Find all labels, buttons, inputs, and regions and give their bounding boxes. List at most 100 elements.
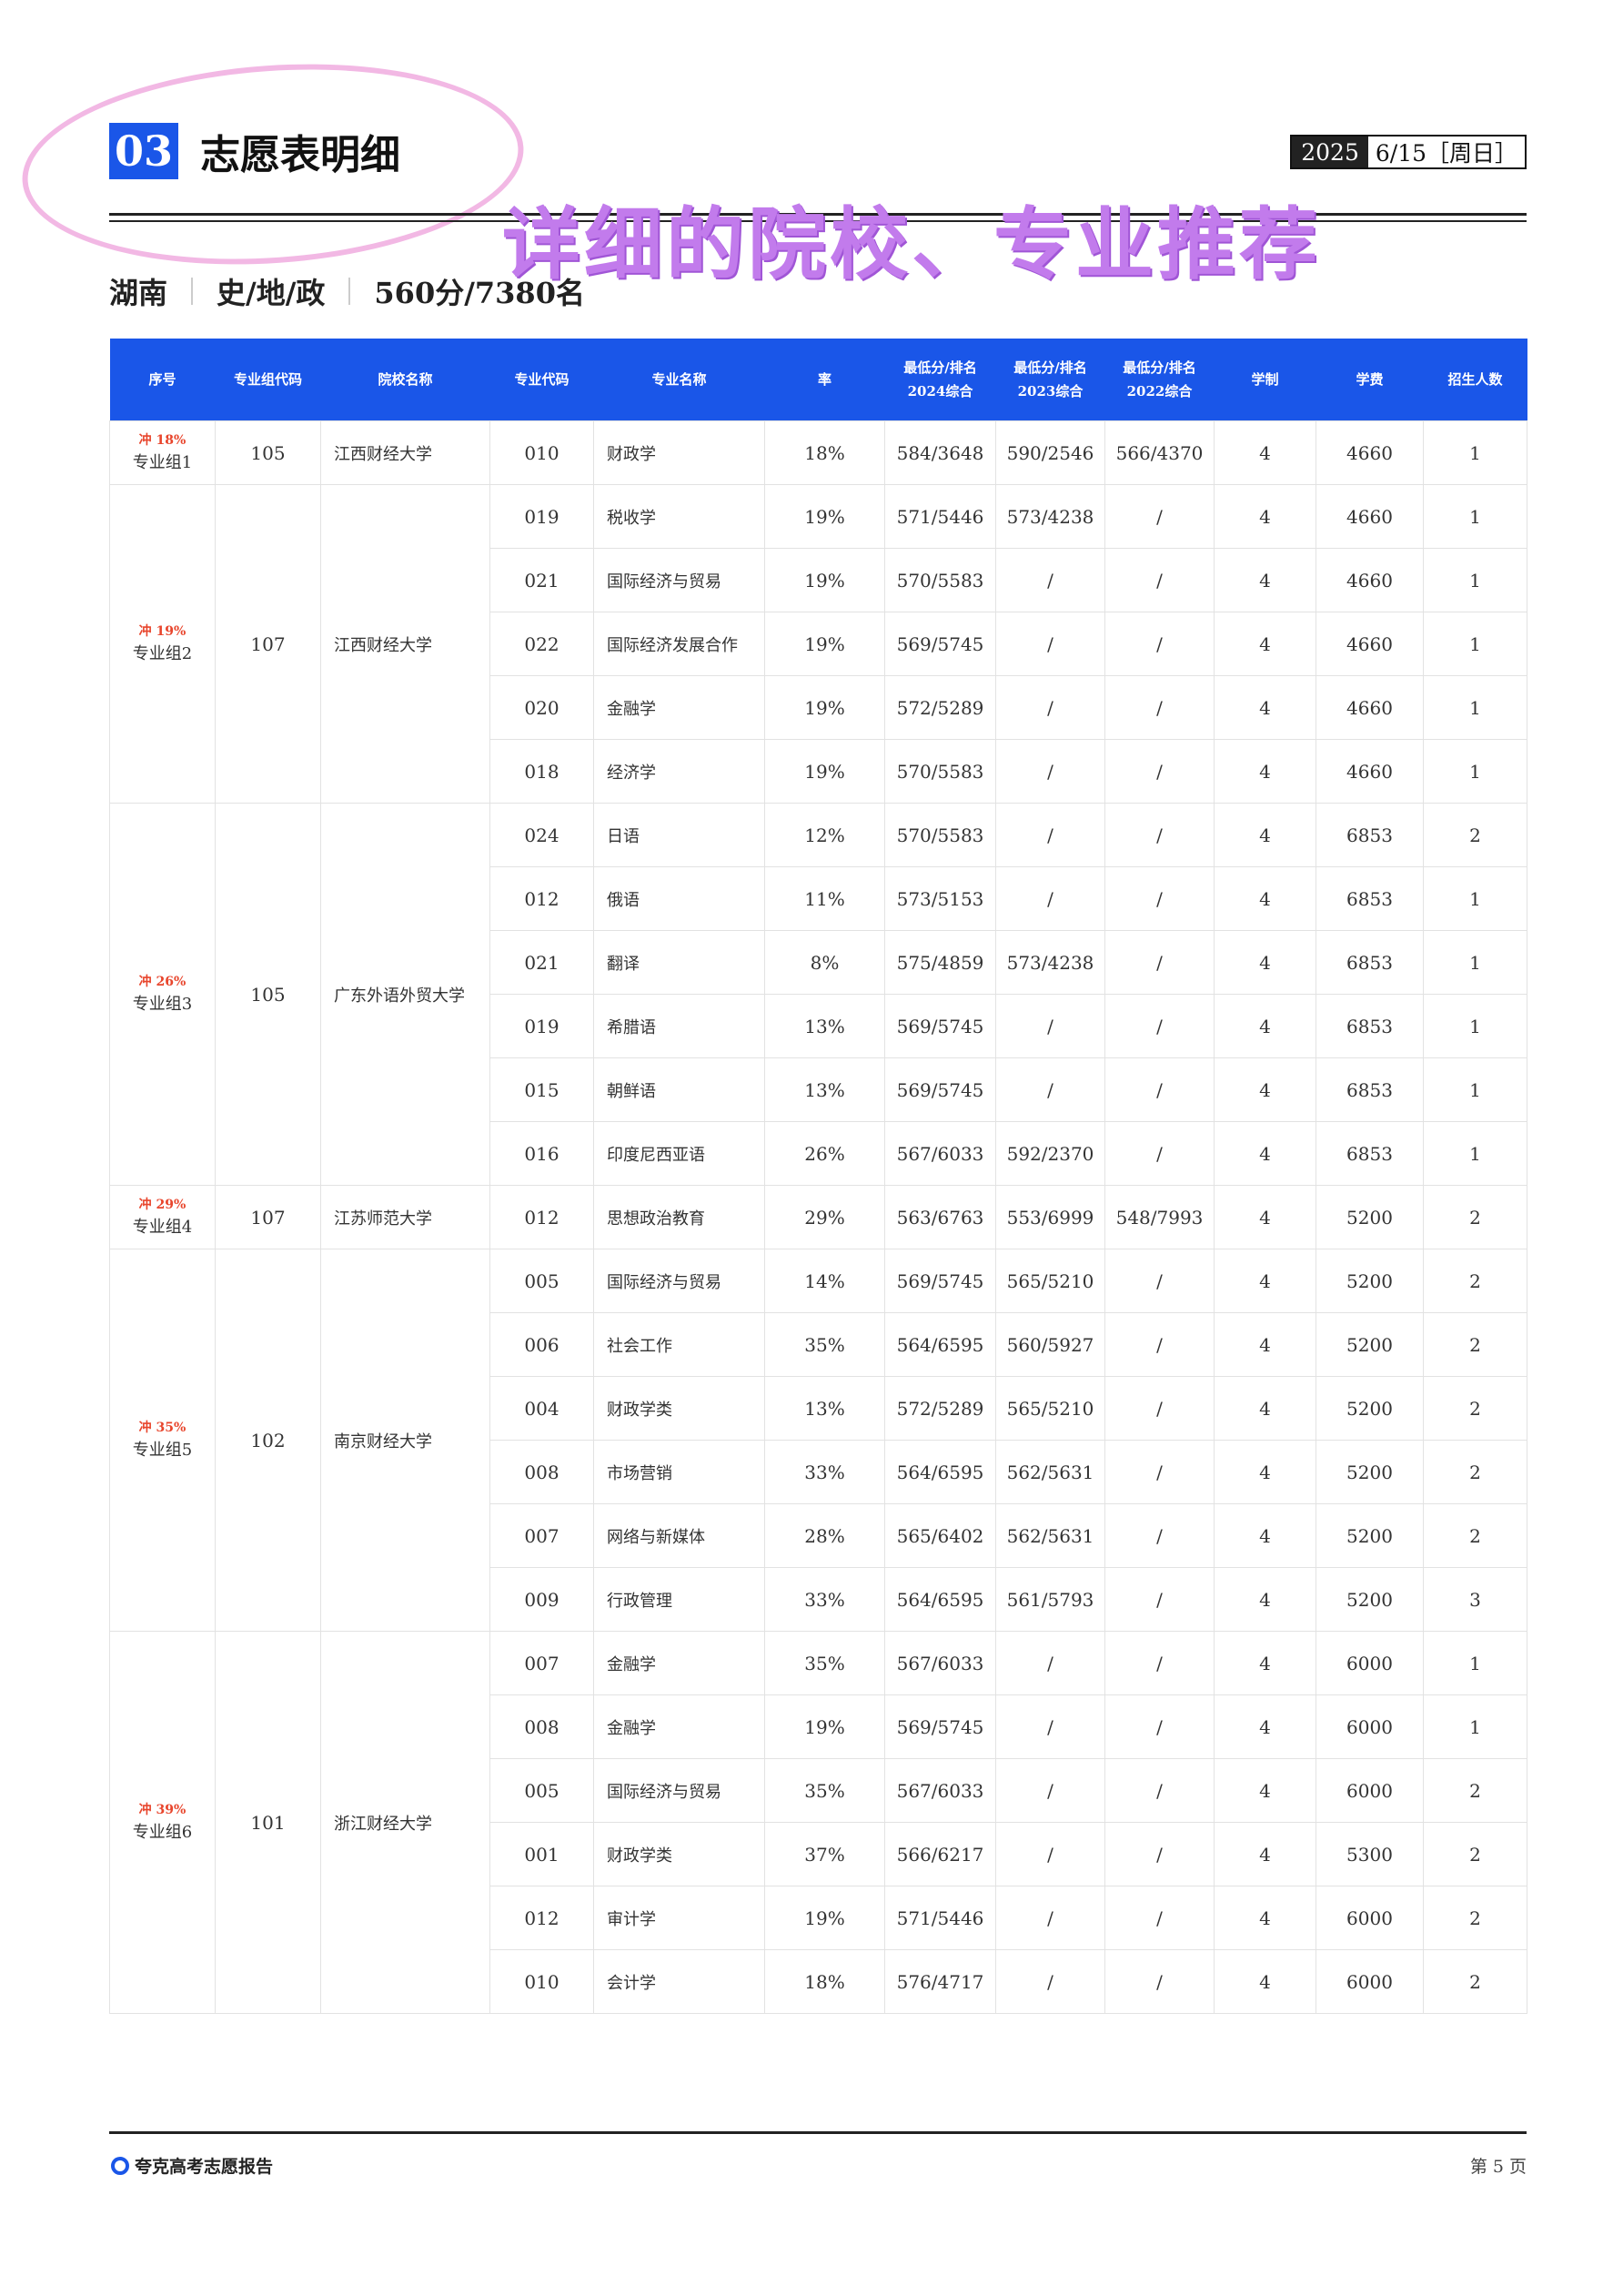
table-cell: 573/4238 bbox=[995, 930, 1105, 995]
table-cell: 4 bbox=[1214, 1121, 1316, 1186]
table-cell: 国际经济与贸易 bbox=[593, 548, 765, 612]
table-cell: 6853 bbox=[1316, 866, 1424, 931]
group-code-cell: 105 bbox=[215, 420, 321, 485]
table-cell: 2 bbox=[1423, 1249, 1527, 1313]
table-cell: 567/6033 bbox=[884, 1121, 996, 1186]
table-cell: 国际经济与贸易 bbox=[593, 1249, 765, 1313]
table-cell: / bbox=[1104, 1694, 1215, 1759]
table-cell: / bbox=[995, 1949, 1105, 2014]
table-cell: 19% bbox=[764, 1886, 885, 1950]
date-badge: 2025 6/15［周日］ bbox=[1290, 135, 1527, 169]
column-header: 序号 bbox=[109, 339, 216, 421]
table-cell: 4 bbox=[1214, 1057, 1316, 1122]
table-cell: 12% bbox=[764, 803, 885, 867]
table-cell: / bbox=[995, 866, 1105, 931]
table-cell: 569/5745 bbox=[884, 612, 996, 676]
table-cell: 4 bbox=[1214, 548, 1316, 612]
column-header: 专业组代码 bbox=[215, 339, 321, 421]
table-cell: 29% bbox=[764, 1185, 885, 1249]
table-cell: 561/5793 bbox=[995, 1567, 1105, 1632]
table-cell: 4 bbox=[1214, 1312, 1316, 1377]
table-row: 冲 35% 专业组5 102 南京财经大学 005 国际经济与贸易 14% 569/5745 5… bbox=[109, 1249, 1527, 1632]
table-cell: / bbox=[1104, 739, 1215, 804]
school-cell: 浙江财经大学 bbox=[320, 1631, 490, 2014]
table-cell: 1 bbox=[1423, 675, 1527, 740]
table-cell: 564/6595 bbox=[884, 1312, 996, 1377]
application-table: 序号 专业组代码 院校名称 专业代码 专业名称率最低分/排名 2024综合 最低分/排名 20… bbox=[109, 339, 1527, 2014]
table-cell: 009 bbox=[489, 1567, 594, 1632]
table-cell: 5200 bbox=[1316, 1312, 1424, 1377]
table-cell: 4660 bbox=[1316, 675, 1424, 740]
table-cell: 1 bbox=[1423, 1057, 1527, 1122]
table-cell: 37% bbox=[764, 1822, 885, 1886]
table-cell: 565/6402 bbox=[884, 1503, 996, 1568]
column-header: 最低分/排名 2022综合 bbox=[1104, 339, 1215, 421]
group-name: 专业组3 bbox=[132, 994, 193, 1014]
table-cell: 4660 bbox=[1316, 612, 1424, 676]
table-cell: / bbox=[995, 1758, 1105, 1823]
table-cell: 4 bbox=[1214, 484, 1316, 549]
table-cell: / bbox=[995, 1057, 1105, 1122]
column-header: 专业名称 bbox=[593, 339, 765, 421]
table-cell: 565/5210 bbox=[995, 1376, 1105, 1441]
table-cell: 571/5446 bbox=[884, 1886, 996, 1950]
handwritten-note: 详细的院校、专业推荐 bbox=[502, 199, 1321, 290]
table-cell: / bbox=[1104, 1503, 1215, 1568]
table-cell: / bbox=[995, 1694, 1105, 1759]
table-cell: 562/5631 bbox=[995, 1503, 1105, 1568]
table-cell: 019 bbox=[489, 484, 594, 549]
table-cell: 570/5583 bbox=[884, 548, 996, 612]
table-cell: 33% bbox=[764, 1567, 885, 1632]
table-cell: 566/4370 bbox=[1104, 420, 1215, 485]
table-cell: 财政学类 bbox=[593, 1822, 765, 1886]
table-cell: 4 bbox=[1214, 1185, 1316, 1249]
table-cell: 010 bbox=[489, 420, 594, 485]
group-name: 专业组5 bbox=[132, 1440, 193, 1460]
table-cell: 572/5289 bbox=[884, 1376, 996, 1441]
brand-name: 夸克高考志愿报告 bbox=[135, 2157, 274, 2177]
table-header-row: 序号 专业组代码 院校名称 专业代码 专业名称率最低分/排名 2024综合 最低分/排名 20… bbox=[109, 339, 1527, 421]
table-cell: 会计学 bbox=[593, 1949, 765, 2014]
table-cell: 翻译 bbox=[593, 930, 765, 995]
table-cell: / bbox=[995, 1631, 1105, 1695]
table-cell: 018 bbox=[489, 739, 594, 804]
table-cell: / bbox=[1104, 994, 1215, 1058]
table-cell: 548/7993 bbox=[1104, 1185, 1215, 1249]
table-cell: 565/5210 bbox=[995, 1249, 1105, 1313]
table-cell: 005 bbox=[489, 1758, 594, 1823]
school-cell: 南京财经大学 bbox=[320, 1249, 490, 1632]
table-cell: 560/5927 bbox=[995, 1312, 1105, 1377]
table-cell: 4 bbox=[1214, 1886, 1316, 1950]
divider bbox=[348, 278, 351, 305]
risk-tag: 冲 35% bbox=[138, 1420, 186, 1435]
table-cell: 19% bbox=[764, 739, 885, 804]
table-cell: 572/5289 bbox=[884, 675, 996, 740]
table-cell: 社会工作 bbox=[593, 1312, 765, 1377]
table-row: 冲 18% 专业组1 105 江西财经大学 010 财政学 18% 584/3648 590/2… bbox=[109, 420, 1527, 485]
table-cell: 4 bbox=[1214, 1567, 1316, 1632]
table-cell: 5200 bbox=[1316, 1503, 1424, 1568]
table-cell: 019 bbox=[489, 994, 594, 1058]
table-cell: 1 bbox=[1423, 994, 1527, 1058]
table-body: 冲 18% 专业组1 105 江西财经大学 010 财政学 18% 584/3648 590/2… bbox=[109, 420, 1527, 2014]
table-cell: 569/5745 bbox=[884, 1694, 996, 1759]
table-cell: 6853 bbox=[1316, 930, 1424, 995]
table-cell: 4660 bbox=[1316, 484, 1424, 549]
table-cell: 012 bbox=[489, 1886, 594, 1950]
group-name: 专业组6 bbox=[132, 1822, 193, 1842]
table-cell: 国际经济发展合作 bbox=[593, 612, 765, 676]
group-name: 专业组1 bbox=[132, 452, 193, 472]
table-cell: 13% bbox=[764, 1376, 885, 1441]
table-cell: 020 bbox=[489, 675, 594, 740]
section-title: 志愿表明细 bbox=[200, 132, 400, 178]
group-name: 专业组4 bbox=[132, 1217, 193, 1237]
table-cell: 俄语 bbox=[593, 866, 765, 931]
table-cell: 1 bbox=[1423, 1631, 1527, 1695]
table-cell: 571/5446 bbox=[884, 484, 996, 549]
table-cell: 1 bbox=[1423, 1694, 1527, 1759]
table-cell: 33% bbox=[764, 1440, 885, 1504]
table-cell: 566/6217 bbox=[884, 1822, 996, 1886]
table-cell: 6853 bbox=[1316, 1057, 1424, 1122]
table-cell: 6853 bbox=[1316, 1121, 1424, 1186]
risk-tag: 冲 29% bbox=[138, 1197, 186, 1212]
